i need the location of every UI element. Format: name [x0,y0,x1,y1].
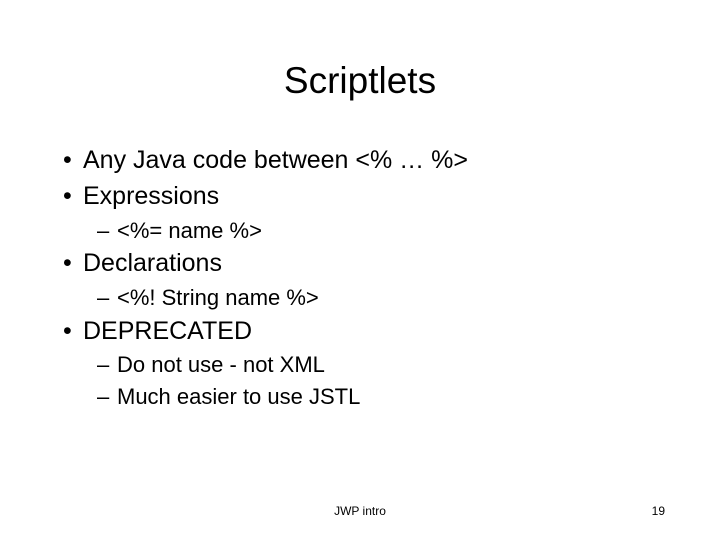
bullet-subitem: Much easier to use JSTL [97,382,665,412]
bullet-subitem: <%= name %> [97,216,665,246]
bullet-item: Expressions [63,180,665,214]
slide-content: Any Java code between <% … %> Expression… [55,144,665,412]
bullet-item: DEPRECATED [63,315,665,349]
page-number: 19 [652,504,665,518]
slide-title: Scriptlets [55,60,665,102]
slide: Scriptlets Any Java code between <% … %>… [0,0,720,540]
bullet-item: Any Java code between <% … %> [63,144,665,178]
bullet-subitem: Do not use - not XML [97,350,665,380]
footer-label: JWP intro [0,504,720,518]
bullet-subitem: <%! String name %> [97,283,665,313]
bullet-item: Declarations [63,247,665,281]
